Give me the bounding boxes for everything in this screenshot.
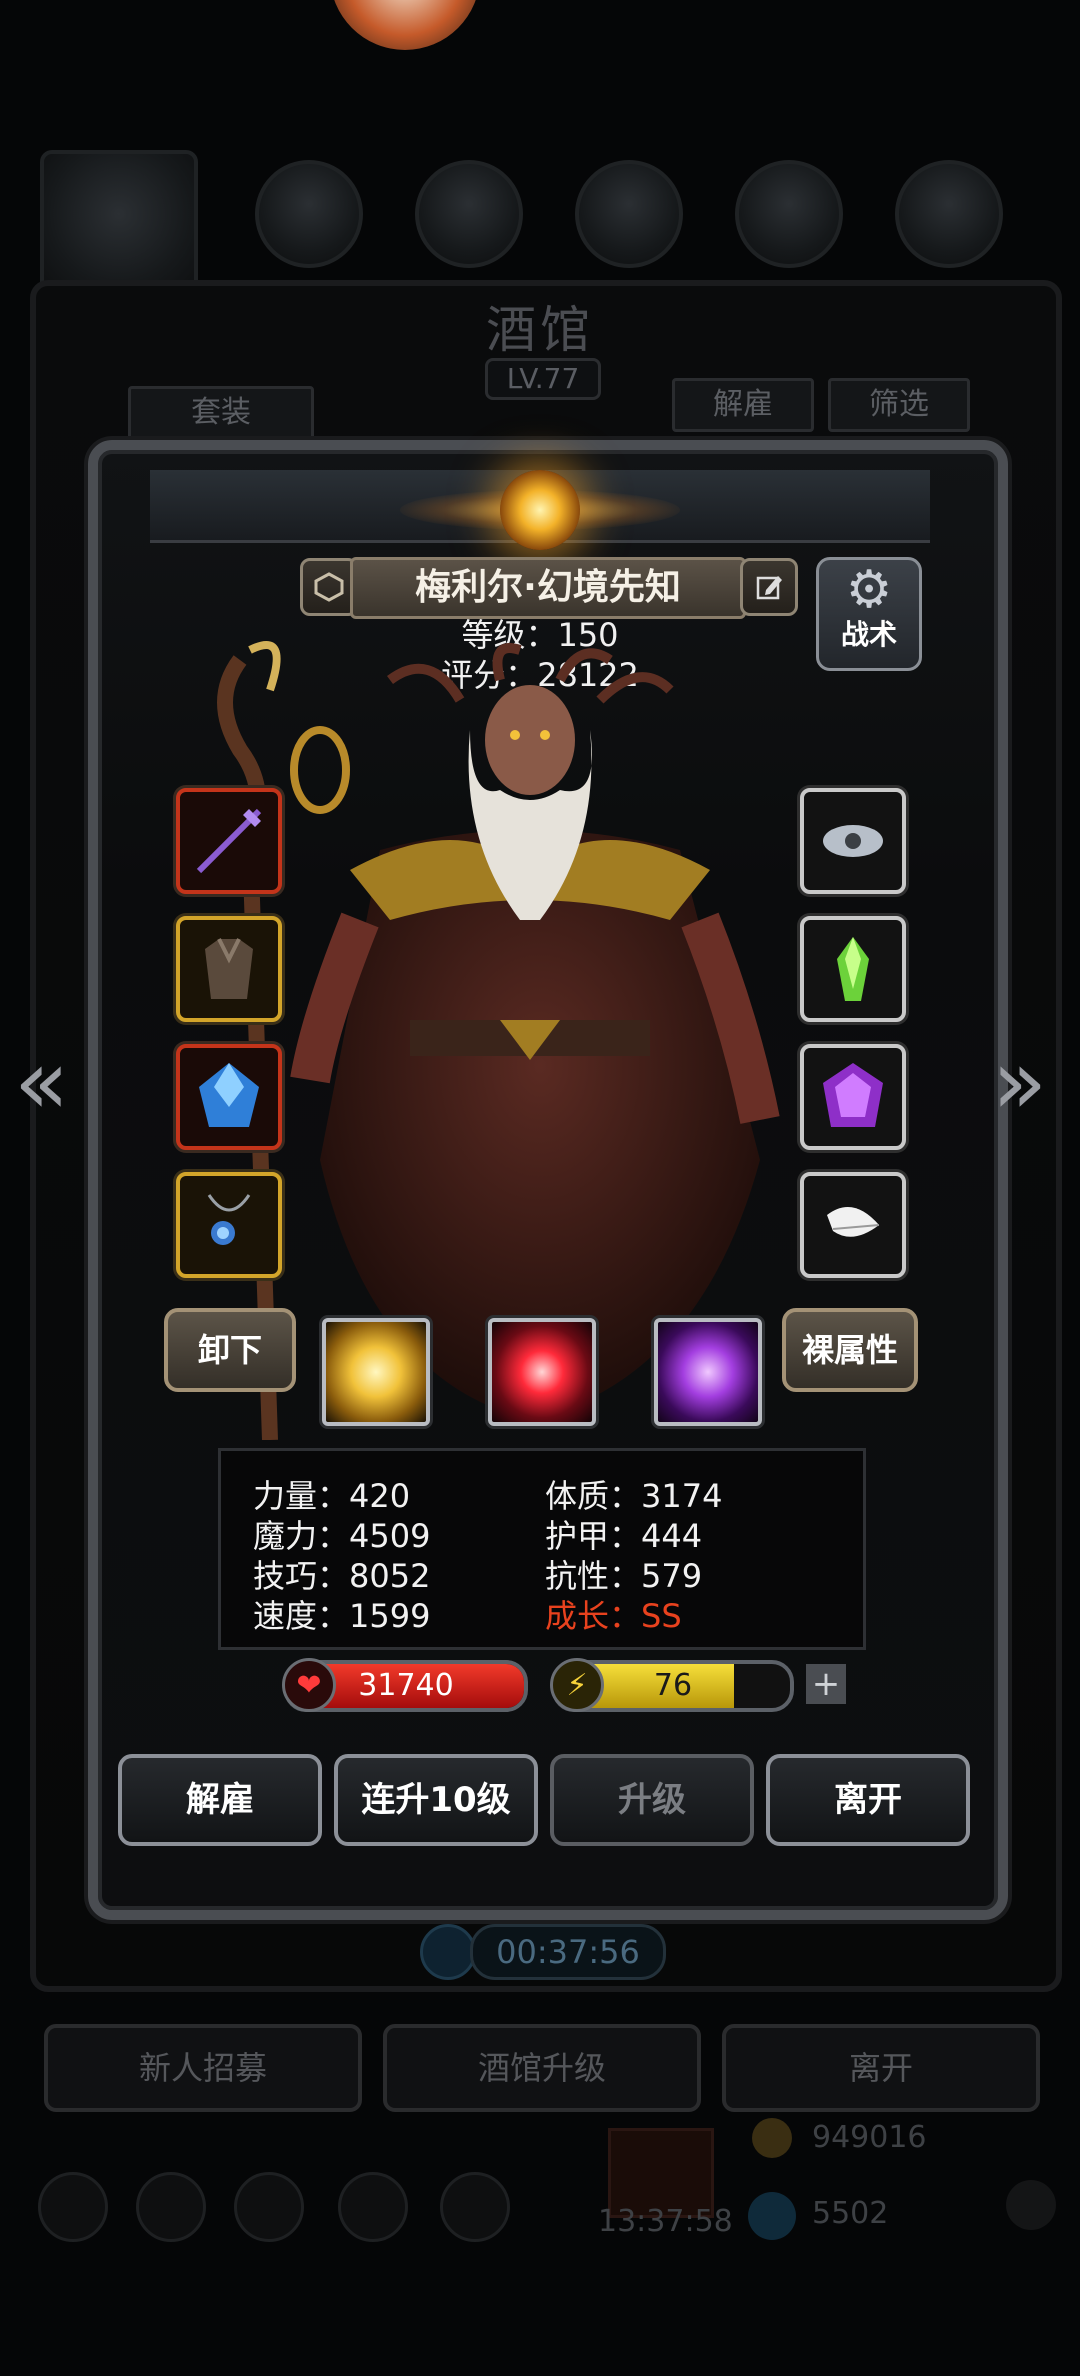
coin-icon	[752, 2118, 792, 2158]
green-crystal-icon	[837, 937, 869, 1001]
bg-menu-icon	[338, 2172, 408, 2242]
equip-slot-ring[interactable]	[800, 788, 906, 894]
white-feather-icon	[827, 1207, 880, 1237]
rename-edit-icon[interactable]	[740, 558, 798, 616]
base-attributes-button[interactable]: 裸属性	[782, 1308, 918, 1392]
equip-slot-relic[interactable]	[800, 916, 906, 1022]
skill-golden-burst-icon[interactable]	[322, 1318, 430, 1426]
bg-tab	[735, 160, 843, 268]
skill-purple-claw-icon[interactable]	[654, 1318, 762, 1426]
background-level: LV.77	[485, 358, 601, 400]
add-energy-button[interactable]: +	[806, 1664, 846, 1704]
bg-clock: 13:37:58	[598, 2204, 733, 2239]
bg-tab	[575, 160, 683, 268]
equip-slot-weapon[interactable]	[176, 788, 282, 894]
dismiss-button[interactable]: 解雇	[118, 1754, 322, 1846]
bg-gems: 5502	[812, 2196, 889, 2231]
amulet-icon	[207, 1194, 251, 1245]
bg-menu-icon	[234, 2172, 304, 2242]
level-up-10-button[interactable]: 连升10级	[334, 1754, 538, 1846]
sun-emblem-icon	[500, 470, 580, 550]
stat-speed: 速度：1599	[253, 1597, 431, 1635]
next-hero-arrow-icon[interactable]: »	[992, 1038, 1047, 1128]
equip-slot-amulet[interactable]	[176, 1172, 282, 1278]
gem-icon	[748, 2192, 796, 2240]
background-title: 酒馆	[486, 301, 594, 359]
leave-button[interactable]: 离开	[766, 1754, 970, 1846]
bg-menu-icon	[38, 2172, 108, 2242]
stat-growth: 成长：SS	[545, 1597, 682, 1635]
bg-add-icon	[1006, 2180, 1056, 2230]
bg-tab	[895, 160, 1003, 268]
top-avatar	[330, 0, 480, 50]
bg-menu-icon	[440, 2172, 510, 2242]
equip-slot-feather[interactable]	[800, 1172, 906, 1278]
stats-box: 力量：420 魔力：4509 技巧：8052 速度：1599 体质：3174 护…	[218, 1448, 866, 1650]
unequip-button[interactable]: 卸下	[164, 1308, 296, 1392]
bg-set-button: 套装	[128, 386, 314, 440]
staff-weapon-icon	[196, 808, 262, 874]
bg-gold: 949016	[812, 2120, 927, 2155]
bg-leave-button: 离开	[722, 2024, 1040, 2112]
refresh-timer: 00:37:56	[470, 1924, 666, 1980]
lightning-icon: ⚡	[550, 1658, 604, 1712]
skill-red-slash-icon[interactable]	[488, 1318, 596, 1426]
bg-tab	[415, 160, 523, 268]
blue-crystal-icon	[199, 1063, 259, 1127]
bg-tab	[255, 160, 363, 268]
bg-menu-icon	[136, 2172, 206, 2242]
prev-hero-arrow-icon[interactable]: «	[14, 1038, 69, 1128]
cloud-ring-icon	[823, 825, 883, 857]
bg-filter-button: 筛选	[828, 378, 970, 432]
bg-upgrade-tavern-button: 酒馆升级	[383, 2024, 701, 2112]
equip-slot-armor[interactable]	[176, 916, 282, 1022]
bg-dismiss-button: 解雇	[672, 378, 814, 432]
timer-icon	[420, 1924, 476, 1980]
purple-gem-icon	[823, 1063, 883, 1127]
level-up-button[interactable]: 升级	[550, 1754, 754, 1846]
armor-icon	[205, 938, 253, 999]
bg-recruit-button: 新人招募	[44, 2024, 362, 2112]
equip-slot-crystal[interactable]	[176, 1044, 282, 1150]
heart-icon: ❤	[282, 1658, 336, 1712]
equip-slot-gem[interactable]	[800, 1044, 906, 1150]
